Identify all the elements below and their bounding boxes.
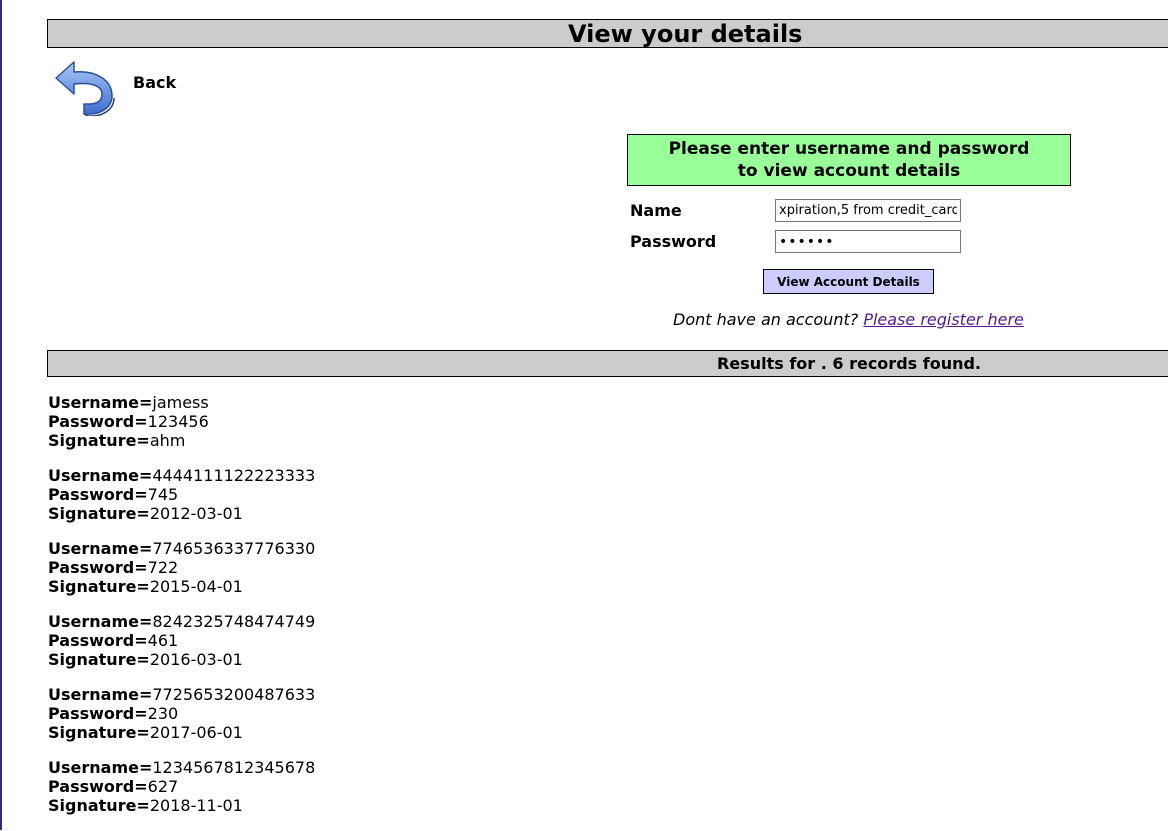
record-username-key: Username= — [48, 393, 153, 412]
record-signature-value: 2017-06-01 — [149, 723, 243, 742]
page-title-bar: View your details — [47, 19, 1168, 48]
record-password-value: 123456 — [147, 412, 209, 431]
record-username-line: Username=jamess — [48, 393, 315, 412]
record-password-key: Password= — [48, 631, 148, 650]
record-signature-key: Signature= — [48, 504, 150, 523]
record-item: Username=4444111122223333 Password=745 Sig… — [48, 466, 315, 523]
page-title: View your details — [568, 20, 803, 48]
record-password-key: Password= — [48, 704, 148, 723]
record-password-line: Password=230 — [48, 704, 315, 723]
record-username-key: Username= — [48, 612, 153, 631]
record-item: Username=8242325748474749 Password=461 Sig… — [48, 612, 315, 669]
password-input[interactable] — [775, 230, 961, 253]
back-arrow-icon — [55, 61, 115, 116]
record-username-value: 4444111122223333 — [152, 466, 316, 485]
record-signature-value: 2016-03-01 — [149, 650, 243, 669]
login-prompt-box: Please enter username and password to vi… — [627, 134, 1071, 186]
view-account-details-button[interactable]: View Account Details — [763, 269, 934, 294]
record-password-value: 745 — [147, 485, 179, 504]
record-password-value: 461 — [147, 631, 179, 650]
login-prompt-line-1: Please enter username and password — [668, 139, 1030, 159]
record-password-key: Password= — [48, 412, 148, 431]
record-password-line: Password=461 — [48, 631, 315, 650]
records-list: Username=jamess Password=123456 Signature=… — [48, 393, 315, 831]
name-label: Name — [630, 201, 682, 220]
record-item: Username=7725653200487633 Password=230 Sig… — [48, 685, 315, 742]
record-signature-key: Signature= — [48, 650, 150, 669]
record-signature-line: Signature=2016-03-01 — [48, 650, 315, 669]
left-border — [0, 0, 2, 830]
record-username-line: Username=8242325748474749 — [48, 612, 315, 631]
record-password-key: Password= — [48, 485, 148, 504]
record-signature-value: 2012-03-01 — [149, 504, 243, 523]
record-password-line: Password=627 — [48, 777, 315, 796]
record-item: Username=jamess Password=123456 Signature=… — [48, 393, 315, 450]
name-input[interactable] — [775, 199, 961, 222]
record-signature-key: Signature= — [48, 723, 150, 742]
record-username-key: Username= — [48, 685, 153, 704]
record-username-line: Username=1234567812345678 — [48, 758, 315, 777]
record-username-line: Username=4444111122223333 — [48, 466, 315, 485]
register-link[interactable]: Please register here — [863, 310, 1024, 329]
record-signature-value: 2018-11-01 — [149, 796, 243, 815]
record-signature-value: 2015-04-01 — [149, 577, 243, 596]
record-signature-key: Signature= — [48, 431, 150, 450]
record-password-value: 722 — [147, 558, 179, 577]
record-username-value: 8242325748474749 — [152, 612, 316, 631]
record-username-value: 7725653200487633 — [152, 685, 316, 704]
back-button[interactable]: Back — [52, 56, 176, 116]
register-prompt: Dont have an account? Please register he… — [673, 310, 1024, 329]
record-username-value: jamess — [152, 393, 209, 412]
record-signature-line: Signature=2017-06-01 — [48, 723, 315, 742]
record-username-line: Username=7725653200487633 — [48, 685, 315, 704]
login-prompt-line-2: to view account details — [737, 161, 961, 181]
record-username-value: 7746536337776330 — [152, 539, 316, 558]
record-signature-key: Signature= — [48, 796, 150, 815]
record-signature-key: Signature= — [48, 577, 150, 596]
record-signature-line: Signature=2015-04-01 — [48, 577, 315, 596]
record-password-line: Password=745 — [48, 485, 315, 504]
record-signature-line: Signature=2012-03-01 — [48, 504, 315, 523]
record-username-key: Username= — [48, 466, 153, 485]
password-label: Password — [630, 232, 717, 251]
record-item: Username=1234567812345678 Password=627 Sig… — [48, 758, 315, 815]
record-password-key: Password= — [48, 558, 148, 577]
record-signature-line: Signature=2018-11-01 — [48, 796, 315, 815]
record-username-key: Username= — [48, 539, 153, 558]
record-username-line: Username=7746536337776330 — [48, 539, 315, 558]
record-username-value: 1234567812345678 — [152, 758, 316, 777]
record-password-key: Password= — [48, 777, 148, 796]
record-signature-line: Signature=ahm — [48, 431, 315, 450]
record-username-key: Username= — [48, 758, 153, 777]
record-password-line: Password=123456 — [48, 412, 315, 431]
back-label: Back — [133, 72, 177, 92]
register-prefix: Dont have an account? — [673, 310, 859, 329]
record-password-value: 627 — [147, 777, 179, 796]
results-header: Results for . 6 records found. — [47, 350, 1168, 377]
record-signature-value: ahm — [149, 431, 186, 450]
record-password-line: Password=722 — [48, 558, 315, 577]
record-password-value: 230 — [147, 704, 179, 723]
record-item: Username=7746536337776330 Password=722 Sig… — [48, 539, 315, 596]
